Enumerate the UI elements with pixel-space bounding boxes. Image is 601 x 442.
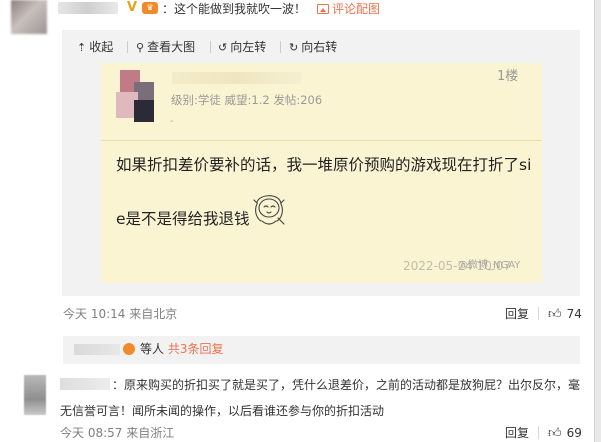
scrollbar-edge <box>594 0 595 442</box>
view-all-replies-link[interactable]: 共3条回复 <box>168 342 224 356</box>
view-large-button[interactable]: ⚲ 查看大图 <box>136 40 195 55</box>
forum-user-avatar <box>116 70 156 124</box>
like-button[interactable]: 👍︎ 69 <box>548 425 582 442</box>
commenter-avatar[interactable] <box>11 0 47 34</box>
rotate-right-icon: ↻ <box>289 41 299 54</box>
like-button[interactable]: 👍︎ 74 <box>548 306 582 323</box>
toolbar-divider <box>127 41 128 53</box>
thumbs-up-icon: 👍︎ <box>548 426 562 441</box>
action-divider <box>538 307 539 320</box>
comment2-text-line1: ：原来购买的折扣买了就是买了，凭什么退差价，之前的活动都是放狗屁？出尔反尔，毫 <box>112 378 581 392</box>
forum-user-meta: 级别:学徒 威望:1.2 发帖:206 <box>171 93 323 107</box>
like-count: 69 <box>566 426 582 440</box>
comment-picture-label: 评论配图 <box>332 2 381 16</box>
comment-timestamp: 今天 10:14 来自北京 <box>63 307 178 321</box>
commenter2-avatar[interactable] <box>24 375 46 415</box>
comment-text: ：这个能做到我就吹一波！ <box>162 2 307 16</box>
image-watermark: @微博_NGAY <box>458 260 521 271</box>
rotate-left-button[interactable]: ↺ 向左转 <box>218 40 266 55</box>
like-count: 74 <box>566 307 582 321</box>
forum-divider <box>101 140 542 141</box>
forum-post-body-line2: e是不是得给我退钱 <box>116 210 250 228</box>
commenter-name-redacted[interactable] <box>58 2 118 14</box>
rotate-left-label: 向左转 <box>230 40 267 54</box>
forum-dash: - <box>170 116 174 127</box>
collapse-up-icon: ⇡ <box>77 41 87 54</box>
action-divider <box>538 426 539 439</box>
rotate-right-button[interactable]: ↻ 向右转 <box>289 40 337 55</box>
reply-button[interactable]: 回复 <box>505 426 529 440</box>
magnifier-icon: ⚲ <box>136 41 145 54</box>
comment2-text-line2: 无信誉可言！闻所未闻的操作，以后看谁还参与你的折扣活动 <box>60 404 385 418</box>
comment-picture-link[interactable]: 评论配图 <box>317 1 380 17</box>
forum-username-redacted <box>172 72 302 84</box>
vip-badge-icon <box>123 343 135 355</box>
commenter2-name-redacted[interactable] <box>60 378 110 390</box>
collapse-label: 收起 <box>89 40 114 54</box>
rotate-left-icon: ↺ <box>218 41 228 54</box>
toolbar-divider <box>280 41 281 53</box>
collapse-button[interactable]: ⇡ 收起 <box>77 40 113 55</box>
sub-reply-name-redacted[interactable] <box>74 344 120 355</box>
sticker-girl-icon <box>253 195 285 225</box>
view-large-label: 查看大图 <box>147 40 196 54</box>
forum-post-body-line1: 如果折扣差价要补的话，我一堆原价预购的游戏现在打折了si <box>116 156 532 174</box>
sub-reply-text: 等人 共3条回复 <box>140 342 223 356</box>
vip-v-icon: V <box>126 0 138 15</box>
rotate-right-label: 向右转 <box>301 40 338 54</box>
picture-icon <box>317 4 329 14</box>
vip-badge-icon: ♛ <box>142 2 158 14</box>
comment2-timestamp: 今天 08:57 来自浙江 <box>60 426 175 440</box>
scrollbar-track[interactable] <box>594 0 601 442</box>
toolbar-divider <box>210 41 211 53</box>
reply-button[interactable]: 回复 <box>505 307 529 321</box>
thumbs-up-icon: 👍︎ <box>548 307 562 322</box>
sub-reply-prefix: 等人 <box>140 342 165 356</box>
floor-number: 1楼 <box>497 69 519 84</box>
